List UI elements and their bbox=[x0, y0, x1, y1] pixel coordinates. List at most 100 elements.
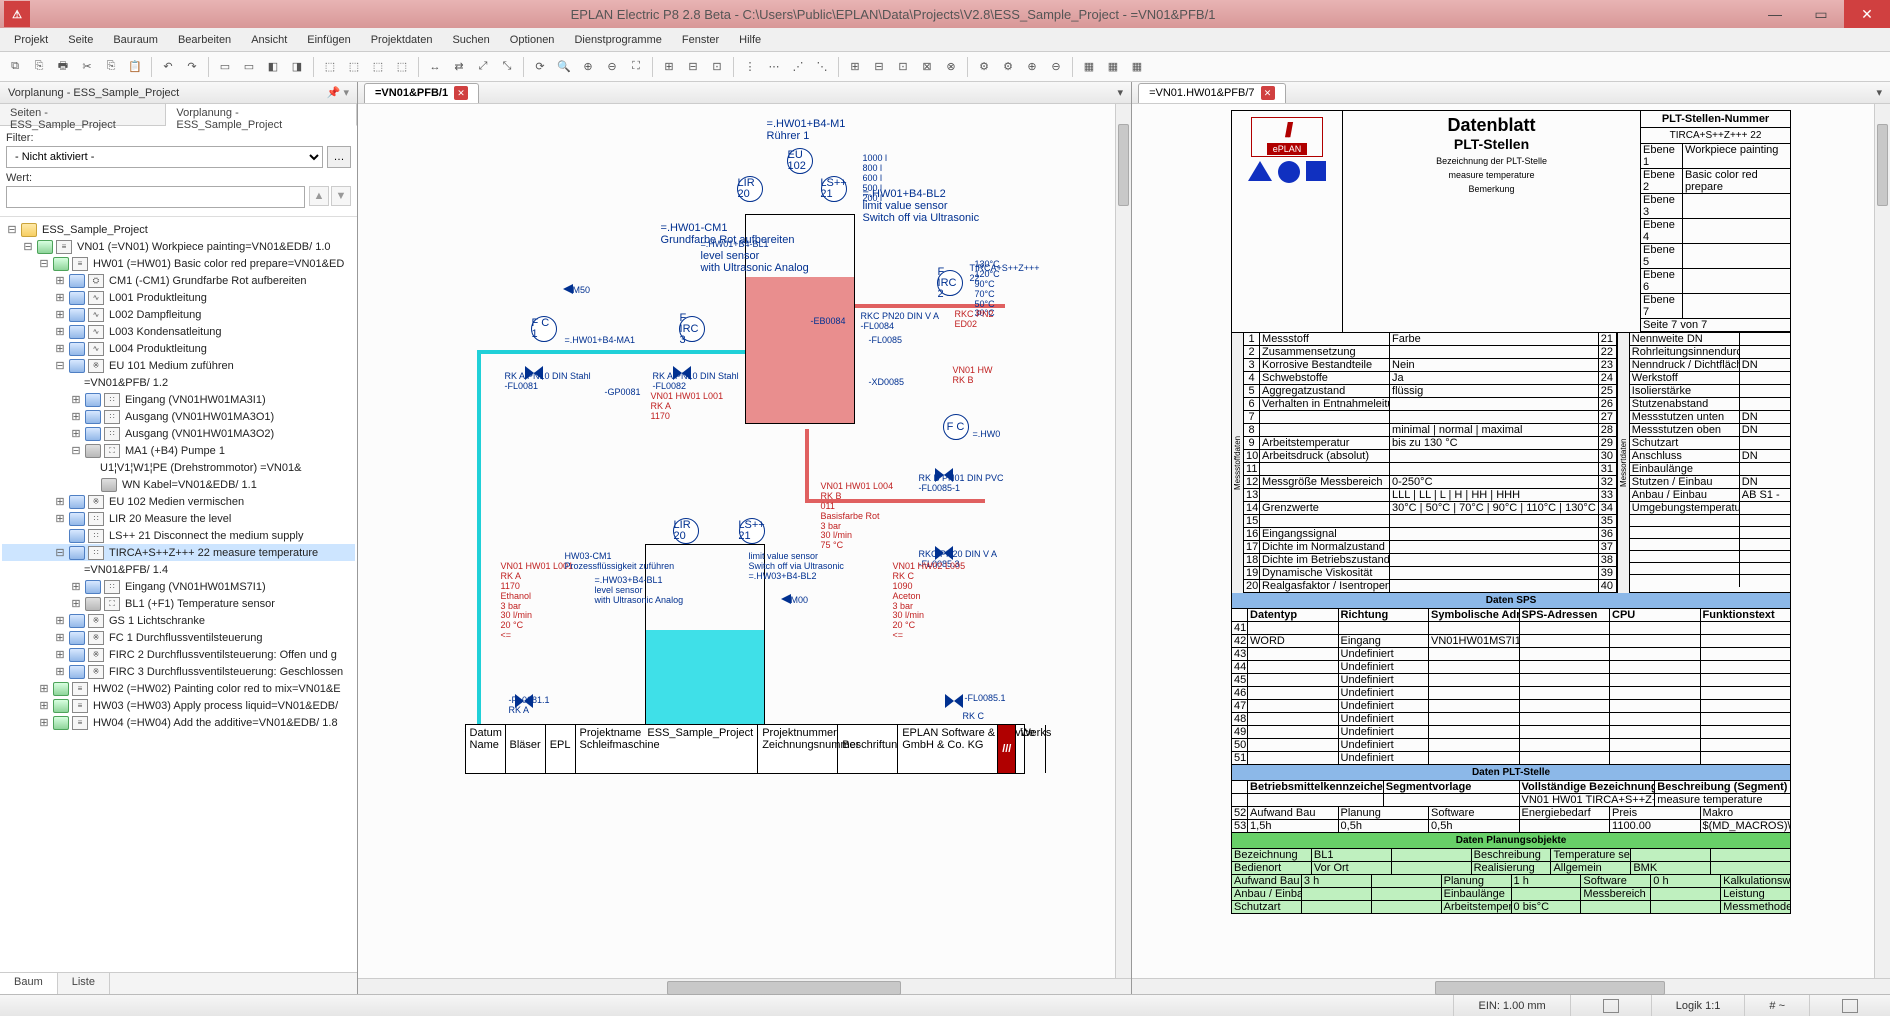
toolbar-button[interactable]: ⤢ bbox=[472, 56, 494, 78]
tree-expander[interactable]: ⊟ bbox=[54, 546, 66, 559]
toolbar-button[interactable]: ◨ bbox=[286, 56, 308, 78]
tree-expander[interactable]: ⊞ bbox=[70, 580, 82, 593]
tree-node[interactable]: ⊞※FIRC 3 Durchflussventilsteuerung: Gesc… bbox=[2, 663, 355, 680]
toolbar-button[interactable]: ▦ bbox=[1102, 56, 1124, 78]
toolbar-button[interactable]: ⟳ bbox=[529, 56, 551, 78]
tree-expander[interactable]: ⊟ bbox=[70, 444, 82, 457]
menu-bauraum[interactable]: Bauraum bbox=[105, 31, 166, 49]
datasheet-canvas[interactable]: ///ePLAN Datenblatt PLT-Stellen Bezeichn… bbox=[1132, 104, 1890, 978]
tree-expander[interactable]: ⊟ bbox=[54, 359, 66, 372]
filter-browse-button[interactable]: … bbox=[327, 146, 351, 168]
tree-node[interactable]: ⊟ESS_Sample_Project bbox=[2, 221, 355, 238]
menu-projekt[interactable]: Projekt bbox=[6, 31, 56, 49]
toolbar-button[interactable]: ⋯ bbox=[763, 56, 785, 78]
up-arrow-button[interactable]: ▲ bbox=[309, 186, 329, 206]
toolbar-button[interactable]: ⤡ bbox=[496, 56, 518, 78]
tree-node[interactable]: ⊞∿L004 Produktleitung bbox=[2, 340, 355, 357]
tree-node[interactable]: ⊞※FC 1 Durchflussventilsteuerung bbox=[2, 629, 355, 646]
toolbar-button[interactable]: ⋱ bbox=[811, 56, 833, 78]
toolbar-button[interactable]: ⇄ bbox=[448, 56, 470, 78]
tree-expander[interactable]: ⊞ bbox=[54, 274, 66, 287]
tree-expander[interactable]: ⊞ bbox=[38, 682, 50, 695]
toolbar-button[interactable]: ◧ bbox=[262, 56, 284, 78]
tree-expander[interactable]: ⊞ bbox=[70, 597, 82, 610]
tree-node[interactable]: ⊞∿L001 Produktleitung bbox=[2, 289, 355, 306]
tree-expander[interactable]: ⊞ bbox=[70, 410, 82, 423]
toolbar-button[interactable]: ↶ bbox=[157, 56, 179, 78]
tab-dropdown-icon[interactable]: ▾ bbox=[1118, 86, 1124, 99]
toolbar-button[interactable]: ⊡ bbox=[892, 56, 914, 78]
tree-node[interactable]: ⊞≡HW02 (=HW02) Painting color red to mix… bbox=[2, 680, 355, 697]
close-tab-icon[interactable]: ✕ bbox=[1261, 86, 1275, 100]
tree-node[interactable]: ⊞⛭CM1 (-CM1) Grundfarbe Rot aufbereiten bbox=[2, 272, 355, 289]
menu-dienstprogramme[interactable]: Dienstprogramme bbox=[566, 31, 669, 49]
toolbar-button[interactable]: ▦ bbox=[1126, 56, 1148, 78]
toolbar-button[interactable]: ⊠ bbox=[916, 56, 938, 78]
tree-node[interactable]: ⊞∿L003 Kondensatleitung bbox=[2, 323, 355, 340]
right-hscroll[interactable] bbox=[1132, 978, 1890, 994]
tree-expander[interactable]: ⊞ bbox=[38, 699, 50, 712]
toolbar-button[interactable]: ⊡ bbox=[706, 56, 728, 78]
center-vscroll[interactable] bbox=[1115, 104, 1131, 978]
tab-seiten[interactable]: Seiten - ESS_Sample_Project bbox=[0, 104, 166, 125]
tree-node[interactable]: ⊞∿L002 Dampfleitung bbox=[2, 306, 355, 323]
toolbar-button[interactable]: ↷ bbox=[181, 56, 203, 78]
down-arrow-button[interactable]: ▼ bbox=[331, 186, 351, 206]
toolbar-button[interactable]: ⚙ bbox=[973, 56, 995, 78]
toolbar-button[interactable]: 📋 bbox=[124, 56, 146, 78]
right-vscroll[interactable] bbox=[1874, 104, 1890, 978]
tree-node[interactable]: ⊞※GS 1 Lichtschranke bbox=[2, 612, 355, 629]
tab-dropdown-icon[interactable]: ▾ bbox=[1876, 86, 1882, 99]
tab-vorplanung[interactable]: Vorplanung - ESS_Sample_Project bbox=[166, 104, 357, 126]
toolbar-button[interactable]: ⊖ bbox=[1045, 56, 1067, 78]
toolbar-button[interactable]: 🔍 bbox=[553, 56, 575, 78]
tree-node[interactable]: ∷LS++ 21 Disconnect the medium supply bbox=[2, 527, 355, 544]
tree-expander[interactable]: ⊞ bbox=[54, 648, 66, 661]
toolbar-button[interactable]: ⬚ bbox=[367, 56, 389, 78]
menu-projektdaten[interactable]: Projektdaten bbox=[363, 31, 441, 49]
tree-expander[interactable]: ⊞ bbox=[54, 614, 66, 627]
tree-node[interactable]: ⊞∷Ausgang (VN01HW01MA3O1) bbox=[2, 408, 355, 425]
tree-node[interactable]: ⊞⛶BL1 (+F1) Temperature sensor bbox=[2, 595, 355, 612]
tree-expander[interactable]: ⊞ bbox=[70, 427, 82, 440]
tree-node[interactable]: ⊟※EU 101 Medium zuführen bbox=[2, 357, 355, 374]
tree-node[interactable]: ⊞∷Eingang (VN01HW01MA3I1) bbox=[2, 391, 355, 408]
toolbar-button[interactable]: ⊖ bbox=[601, 56, 623, 78]
toolbar-button[interactable]: ⬚ bbox=[343, 56, 365, 78]
toolbar-button[interactable]: ⊗ bbox=[940, 56, 962, 78]
tree-expander[interactable]: ⊟ bbox=[38, 257, 50, 270]
toolbar-button[interactable]: ⧉ bbox=[4, 56, 26, 78]
tree-node[interactable]: ⊟⛶MA1 (+B4) Pumpe 1 bbox=[2, 442, 355, 459]
menu-einfügen[interactable]: Einfügen bbox=[299, 31, 358, 49]
tree-expander[interactable]: ⊞ bbox=[54, 291, 66, 304]
tree-expander[interactable]: ⊞ bbox=[54, 325, 66, 338]
tree-expander[interactable]: ⊟ bbox=[6, 223, 18, 236]
tree-node[interactable]: =VN01&PFB/ 1.2 bbox=[2, 374, 355, 391]
tree-node[interactable]: ⊟≡VN01 (=VN01) Workpiece painting=VN01&E… bbox=[2, 238, 355, 255]
toolbar-button[interactable]: ⊟ bbox=[868, 56, 890, 78]
pin-icon[interactable]: 📌 ▾ bbox=[327, 86, 349, 99]
right-doc-tab[interactable]: =VN01.HW01&PFB/7 ✕ bbox=[1138, 83, 1285, 103]
menu-optionen[interactable]: Optionen bbox=[502, 31, 563, 49]
tree-expander[interactable]: ⊞ bbox=[54, 665, 66, 678]
toolbar-button[interactable]: ⋰ bbox=[787, 56, 809, 78]
tree-expander[interactable]: ⊞ bbox=[54, 631, 66, 644]
toolbar-button[interactable]: ⋮ bbox=[739, 56, 761, 78]
toolbar-button[interactable]: ⊞ bbox=[844, 56, 866, 78]
tree-node[interactable]: U1¦V1¦W1¦PE (Drehstrommotor) =VN01& bbox=[2, 459, 355, 476]
tree-node[interactable]: ⊞∷Ausgang (VN01HW01MA3O2) bbox=[2, 425, 355, 442]
bottomtab-baum[interactable]: Baum bbox=[0, 973, 58, 994]
toolbar-button[interactable]: ⬚ bbox=[319, 56, 341, 78]
tree-expander[interactable]: ⊟ bbox=[22, 240, 34, 253]
tree-node[interactable]: =VN01&PFB/ 1.4 bbox=[2, 561, 355, 578]
toolbar-button[interactable]: ⊕ bbox=[1021, 56, 1043, 78]
toolbar-button[interactable]: ⚙ bbox=[997, 56, 1019, 78]
tree-expander[interactable]: ⊞ bbox=[54, 342, 66, 355]
toolbar-button[interactable]: ⎘ bbox=[28, 56, 50, 78]
tree-node[interactable]: ⊞≡HW03 (=HW03) Apply process liquid=VN01… bbox=[2, 697, 355, 714]
toolbar-button[interactable]: ✂ bbox=[76, 56, 98, 78]
tree-expander[interactable]: ⊞ bbox=[54, 308, 66, 321]
center-doc-tab[interactable]: =VN01&PFB/1 ✕ bbox=[364, 83, 479, 103]
minimize-button[interactable]: — bbox=[1752, 0, 1798, 28]
toolbar-button[interactable]: ⊞ bbox=[658, 56, 680, 78]
